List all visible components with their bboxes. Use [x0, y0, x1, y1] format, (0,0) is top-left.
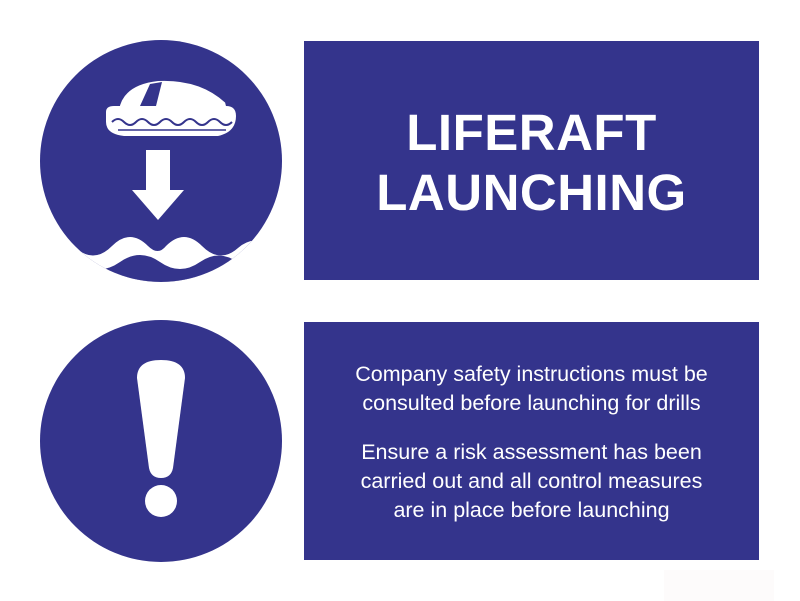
instruction-2-line-2: carried out and all control measures [360, 468, 703, 493]
instruction-1-line-2: consulted before launching for drills [362, 390, 701, 415]
liferaft-launching-icon [40, 78, 282, 282]
title-line-1: LIFERAFT [406, 103, 657, 161]
title-panel: LIFERAFT LAUNCHING [304, 41, 759, 280]
instruction-1-line-1: Company safety instructions must be [355, 361, 708, 386]
instructions-panel: Company safety instructions must be cons… [304, 322, 759, 560]
exclamation-mark-icon [137, 360, 185, 517]
instruction-paragraph-2: Ensure a risk assessment has been carrie… [361, 438, 703, 525]
background-smudge [664, 570, 774, 601]
liferaft-launching-sign [40, 40, 282, 282]
title-line-2: LAUNCHING [376, 163, 687, 221]
mandatory-notice-sign [40, 320, 282, 562]
instruction-2-line-3: are in place before launching [393, 497, 670, 522]
instruction-paragraph-1: Company safety instructions must be cons… [355, 360, 708, 418]
instruction-2-line-1: Ensure a risk assessment has been [361, 439, 702, 464]
